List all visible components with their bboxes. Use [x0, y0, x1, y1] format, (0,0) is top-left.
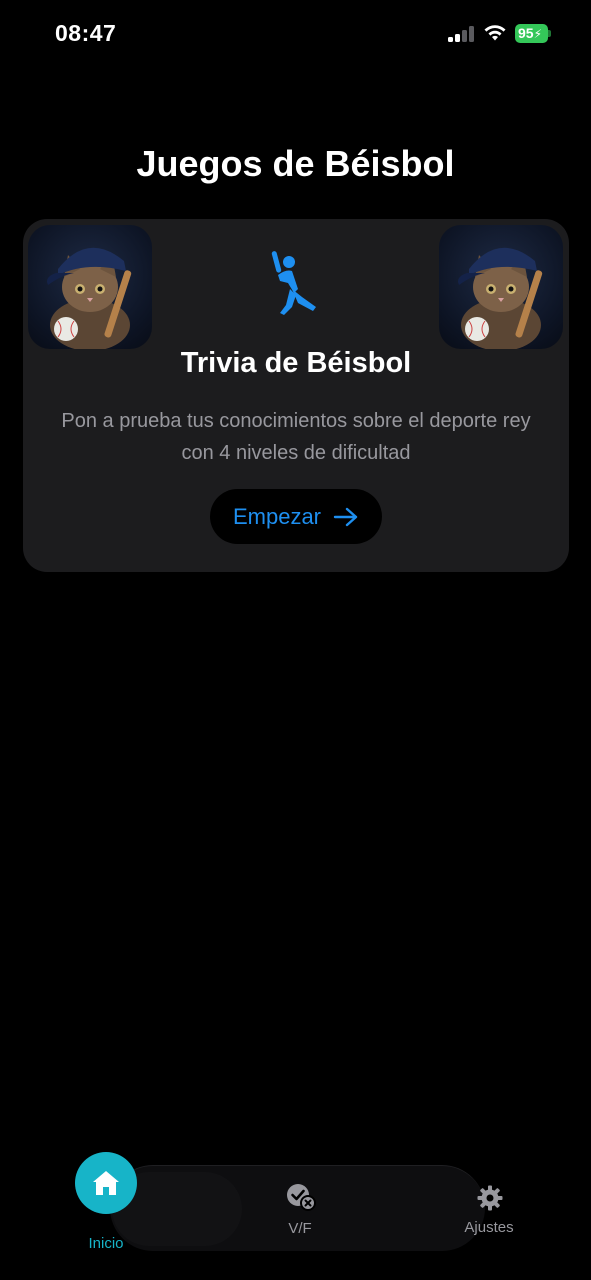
cat-baseball-image-right: [439, 225, 563, 349]
gear-icon: [477, 1185, 503, 1211]
start-button-label: Empezar: [232, 503, 322, 529]
wifi-icon: [484, 25, 506, 41]
start-button[interactable]: Empezar: [210, 489, 382, 544]
battery-charging-icon: 95⚡: [515, 24, 551, 43]
page-title: Juegos de Béisbol: [136, 143, 455, 184]
cellular-signal-icon: [448, 26, 476, 42]
baseball-batter-icon: [271, 251, 316, 315]
checkmark-x-icon: [287, 1184, 316, 1211]
tab-ajustes-label[interactable]: Ajustes: [454, 1219, 524, 1236]
tab-inicio-label[interactable]: Inicio: [66, 1235, 146, 1252]
tab-inicio[interactable]: [75, 1152, 137, 1214]
arrow-right-icon: [333, 507, 358, 526]
battery-level: 95: [518, 25, 534, 41]
status-time: 08:47: [55, 20, 117, 46]
tab-vf-label[interactable]: V/F: [270, 1220, 330, 1237]
game-card-trivia: Trivia de Béisbol Pon a prueba tus conoc…: [23, 219, 569, 572]
status-bar: 08:47 95⚡: [0, 0, 591, 70]
card-description: Pon a prueba tus conocimientos sobre el …: [61, 410, 531, 464]
home-icon: [93, 1171, 119, 1195]
cat-baseball-image-left: [28, 225, 152, 349]
app-screen: 08:47 95⚡ Juegos de Béisbol Trivia de Bé…: [0, 0, 591, 1280]
card-title: Trivia de Béisbol: [180, 347, 412, 379]
